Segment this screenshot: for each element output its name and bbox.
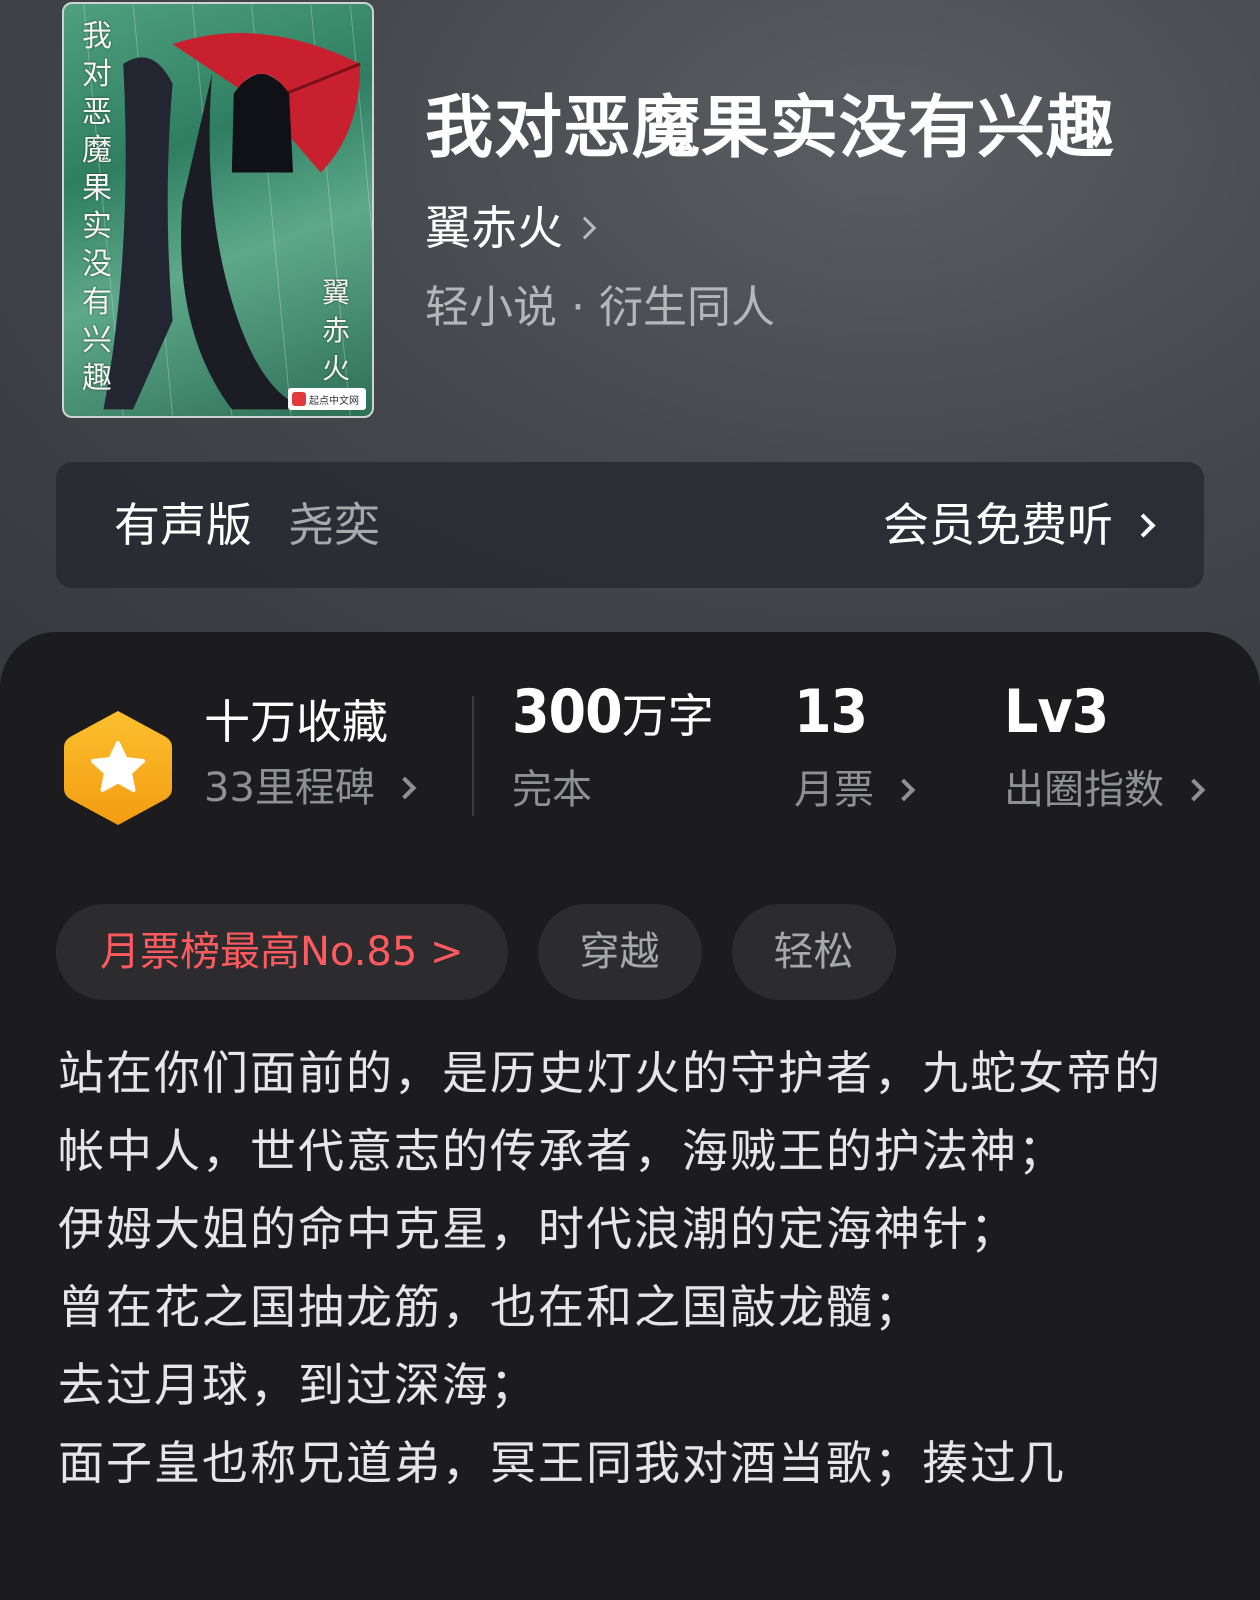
audio-version-bar[interactable]: 有声版 尧奕 会员免费听 <box>56 462 1204 588</box>
stat-word-count: 300万字 完本 <box>512 682 714 816</box>
collection-star-badge-icon <box>64 711 172 825</box>
chevron-right-icon <box>573 216 597 240</box>
book-title: 我对恶魔果实没有兴趣 <box>425 88 1116 168</box>
popularity-index-label: 出圈指数 <box>1004 767 1164 813</box>
word-count-number: 300 <box>512 677 623 747</box>
monthly-rank-tag[interactable]: 月票榜最高No.85 > <box>56 904 508 1000</box>
stat-divider <box>472 696 474 816</box>
tag-time-travel[interactable]: 穿越 <box>537 904 702 1000</box>
chevron-right-icon <box>393 776 417 800</box>
publisher-logo-icon <box>292 392 306 406</box>
completion-label: 完本 <box>512 767 592 813</box>
completion-status: 完本 <box>512 764 714 816</box>
member-free-listen-label: 会员免费听 <box>883 498 1113 552</box>
popularity-level-value: Lv3 <box>1004 677 1109 747</box>
monthly-ticket-link[interactable]: 月票 <box>794 764 916 816</box>
milestone-label: 33里程碑 <box>204 765 375 811</box>
book-cover[interactable]: 我对恶魔果实没有兴趣 翼赤火 起点中文网 <box>62 2 374 418</box>
word-count-unit: 万字 <box>621 689 714 743</box>
publisher-name: 起点中文网 <box>309 395 359 407</box>
audio-narrator: 尧奕 <box>288 498 380 552</box>
book-synopsis[interactable]: 站在你们面前的，是历史灯火的守护者，九蛇女帝的帐中人，世代意志的传承者，海贼王的… <box>58 1034 1208 1502</box>
cover-author-text: 翼赤火 <box>322 276 351 385</box>
monthly-ticket-count: 13 <box>794 677 868 747</box>
tag-row: 月票榜最高No.85 > 穿越 轻松 <box>56 904 896 1000</box>
stat-monthly-ticket[interactable]: 13 月票 <box>794 682 916 816</box>
book-header: 我对恶魔果实没有兴趣 翼赤火 起点中文网 我对恶魔果实没有兴趣 翼赤火 轻小说 … <box>0 0 1260 700</box>
tag-relaxed[interactable]: 轻松 <box>731 904 896 1000</box>
chevron-right-icon <box>1182 778 1206 802</box>
audio-version-label: 有声版 <box>114 498 252 552</box>
popularity-index-link[interactable]: 出圈指数 <box>1004 764 1206 816</box>
cover-title-text: 我对恶魔果实没有兴趣 <box>82 19 112 396</box>
book-detail-sheet: 十万收藏 33里程碑 300万字 完本 13 月票 Lv3 出圈指数 月票榜最高… <box>0 632 1260 1600</box>
collection-count: 十万收藏 <box>204 695 388 749</box>
publisher-badge: 起点中文网 <box>288 388 366 410</box>
member-free-listen-button[interactable]: 会员免费听 <box>883 496 1156 554</box>
author-name: 翼赤火 <box>425 201 563 255</box>
chevron-right-icon <box>892 778 916 802</box>
stat-collection[interactable]: 十万收藏 33里程碑 <box>204 694 417 814</box>
chevron-right-icon <box>1131 512 1156 538</box>
author-link[interactable]: 翼赤火 <box>425 198 597 258</box>
stat-popularity-level[interactable]: Lv3 出圈指数 <box>1004 682 1206 816</box>
book-category[interactable]: 轻小说 · 衍生同人 <box>425 278 775 338</box>
milestone-link[interactable]: 33里程碑 <box>204 762 417 814</box>
monthly-ticket-label: 月票 <box>794 767 874 813</box>
